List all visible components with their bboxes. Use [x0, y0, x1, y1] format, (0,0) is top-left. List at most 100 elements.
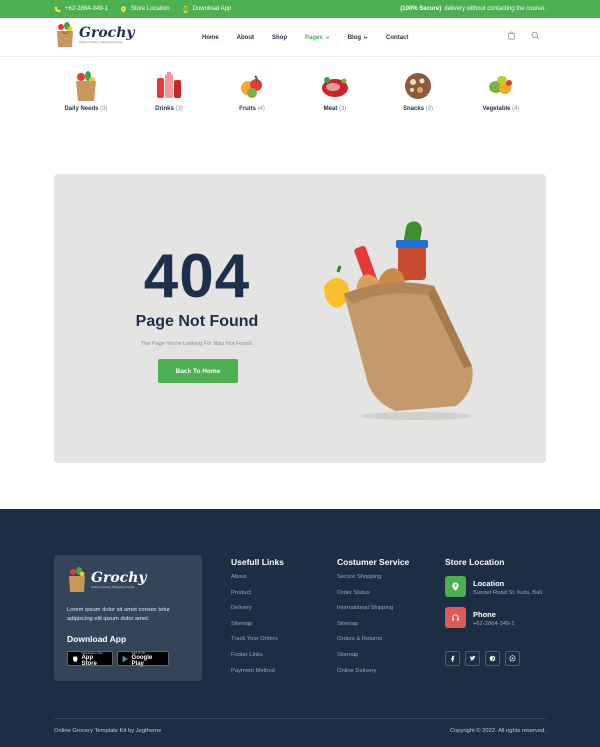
grocery-bag-logo-icon — [69, 567, 85, 592]
site-footer: Grochy Online Grocery Shopping Center Lo… — [0, 509, 600, 747]
nav-contact-label: Contact — [386, 34, 409, 41]
topbar-store-location-text: Store Location — [130, 6, 170, 12]
nav-shop-label: Shop — [272, 34, 287, 41]
footer-useful-links: Usefull Links About Product Delivery Sit… — [231, 557, 284, 683]
chevron-down-icon — [325, 36, 330, 39]
search-icon[interactable] — [531, 31, 540, 40]
main-header: Grochy Online Grocery Shopping Center Ho… — [0, 18, 600, 57]
footer-link[interactable]: International Shipping — [337, 605, 409, 621]
facebook-icon[interactable] — [445, 651, 460, 666]
top-bar: +62-2864-349-1 Store Location Download A… — [0, 0, 600, 18]
category-fruits-name: Fruits — [239, 106, 256, 112]
logo-tagline: Online Grocery Shopping Center — [79, 40, 123, 44]
category-daily-needs-count: (3) — [100, 106, 108, 112]
chevron-down-icon — [363, 36, 368, 39]
category-snacks-name: Snacks — [402, 106, 424, 112]
google-play-text: Google Play — [131, 654, 153, 667]
footer-download-title: Download App — [67, 634, 127, 644]
app-store-button[interactable]: Download on the App Store — [67, 651, 113, 667]
grocery-bag-illustration — [324, 221, 473, 420]
social-links — [445, 651, 520, 666]
footer-store-location: Store Location — [445, 557, 505, 574]
nav-home-label: Home — [202, 34, 219, 41]
vegetable-icon — [489, 76, 512, 94]
back-to-home-button[interactable]: Back To Home — [158, 359, 238, 383]
footer-link[interactable]: Order Status — [337, 590, 409, 606]
category-drinks[interactable]: Drinks (3) — [134, 70, 204, 112]
category-strip: Daily Needs (3) Drinks (3) Fruits (4) Me… — [62, 70, 542, 120]
category-vegetable[interactable]: Vegetable (4) — [466, 70, 536, 112]
category-daily-needs[interactable]: Daily Needs (3) — [51, 70, 121, 112]
footer-link[interactable]: Delivery — [231, 605, 284, 621]
category-snacks-count: (3) — [425, 106, 434, 112]
nav-about[interactable]: About — [237, 35, 254, 41]
nav-home[interactable]: Home — [202, 35, 219, 41]
footer-link[interactable]: Sitemap — [337, 652, 409, 668]
google-play-icon — [122, 655, 128, 662]
logo-name: Grochy — [79, 25, 135, 41]
footer-store-location-title: Store Location — [445, 557, 505, 567]
nav-contact[interactable]: Contact — [386, 35, 408, 41]
footer-link[interactable]: Orders & Returns — [337, 636, 409, 652]
footer-link[interactable]: Sitemap — [231, 621, 284, 637]
cart-icon[interactable] — [507, 31, 516, 40]
topbar-phone-text: +62-2864-349-1 — [65, 6, 108, 12]
category-fruits[interactable]: Fruits (4) — [217, 70, 287, 112]
category-daily-needs-name: Daily Needs — [64, 106, 99, 112]
topbar-secure-bold: (100% Secure) — [400, 6, 442, 12]
error-code: 404 — [143, 242, 251, 311]
nav-pages-label: Pages — [305, 34, 323, 41]
meat-icon — [322, 77, 348, 97]
site-logo[interactable]: Grochy Online Grocery Shopping Center — [54, 22, 135, 48]
footer-about-card: Grochy Online Grocery Shopping Center Lo… — [54, 555, 202, 681]
footer-location-item: Location Sunnet Road St. Kuta, Bali — [445, 576, 542, 597]
footer-link[interactable]: Payment Method — [231, 668, 284, 684]
footer-phone-label: Phone — [473, 610, 496, 619]
topbar-download-app[interactable]: Download App — [182, 5, 232, 13]
nav-pages[interactable]: Pages — [305, 35, 330, 41]
footer-copyright: Copyright © 2022. All rights reserved. — [449, 728, 546, 734]
twitter-icon[interactable] — [465, 651, 480, 666]
app-store-text: App Store — [81, 654, 97, 667]
apple-icon — [73, 655, 78, 662]
pinterest-icon[interactable] — [485, 651, 500, 666]
bag-icon — [76, 71, 96, 101]
category-drinks-name: Drinks — [155, 106, 174, 112]
footer-link[interactable]: Secure Shopping — [337, 574, 409, 590]
category-fruits-count: (4) — [257, 106, 265, 112]
footer-location-label: Location — [473, 579, 505, 588]
topbar-download-app-text: Download App — [192, 6, 232, 12]
nav-blog[interactable]: Blog — [348, 35, 368, 41]
google-play-button[interactable]: GET IT ON Google Play — [117, 651, 169, 667]
footer-link[interactable]: Sitemap — [337, 621, 409, 637]
topbar-secure-note: (100% Secure) delivery without contactin… — [400, 0, 546, 18]
category-vegetable-name: Vegetable — [482, 106, 511, 112]
topbar-phone[interactable]: +62-2864-349-1 — [54, 6, 108, 13]
footer-divider — [54, 718, 546, 719]
location-pin-icon — [445, 576, 466, 597]
footer-logo-name: Grochy — [91, 570, 147, 586]
category-drinks-count: (3) — [175, 106, 183, 112]
snacks-icon — [405, 73, 431, 99]
main-nav: Home About Shop Pages Blog Contact — [202, 18, 426, 57]
footer-link[interactable]: Footer Links — [231, 652, 284, 668]
footer-link[interactable]: Track Your Orders — [231, 636, 284, 652]
error-message: The Page You're Looking For Was Not Foun… — [140, 341, 254, 347]
topbar-store-location[interactable]: Store Location — [120, 5, 170, 13]
footer-logo-tagline: Online Grocery Shopping Center — [91, 585, 135, 589]
phone-icon — [54, 6, 61, 12]
footer-link[interactable]: Product — [231, 590, 284, 606]
footer-link[interactable]: About — [231, 574, 284, 590]
category-snacks[interactable]: Snacks (3) — [383, 70, 453, 112]
category-meat-name: Meat — [323, 106, 338, 112]
footer-logo[interactable]: Grochy Online Grocery Shopping Center — [66, 567, 147, 593]
category-vegetable-count: (4) — [512, 106, 520, 112]
whatsapp-icon[interactable] — [505, 651, 520, 666]
grocery-bag-logo-icon — [57, 22, 73, 47]
category-meat-count: (3) — [339, 106, 347, 112]
nav-shop[interactable]: Shop — [272, 35, 287, 41]
category-meat[interactable]: Meat (3) — [300, 70, 370, 112]
mobile-icon — [183, 5, 187, 13]
footer-link[interactable]: Online Delivery — [337, 668, 409, 684]
error-panel: 404 Page Not Found The Page You're Looki… — [54, 174, 546, 463]
